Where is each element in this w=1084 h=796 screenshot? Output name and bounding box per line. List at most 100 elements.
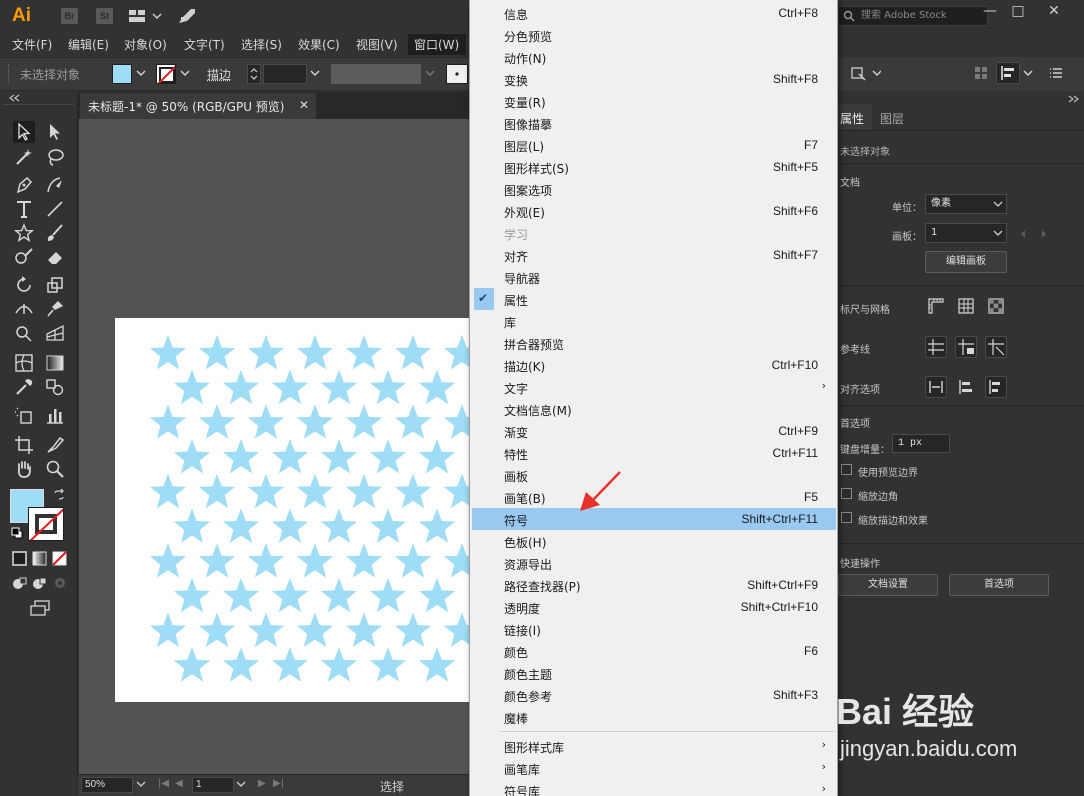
guides-lock-button[interactable] bbox=[955, 336, 977, 358]
menu-item[interactable]: 链接(I) bbox=[472, 618, 836, 640]
menu-item[interactable]: 符号 Shift+Ctrl+F11 bbox=[472, 508, 836, 530]
artboard-tool[interactable] bbox=[13, 434, 35, 456]
default-fill-stroke-icon[interactable] bbox=[11, 527, 23, 539]
arrange-documents-icon[interactable] bbox=[974, 66, 988, 80]
menu-item[interactable]: 拼合器预览 bbox=[472, 332, 836, 354]
keyboard-increment-input[interactable]: 1 px bbox=[892, 434, 950, 453]
rulers-icon[interactable] bbox=[926, 296, 946, 316]
stroke-label[interactable]: 描边 bbox=[207, 66, 231, 83]
menu-item[interactable]: 分色预览 bbox=[472, 24, 836, 46]
menu-item[interactable]: 变量(R) bbox=[472, 90, 836, 112]
symbol-sprayer-tool[interactable] bbox=[13, 404, 35, 426]
fill-swatch[interactable] bbox=[112, 64, 132, 84]
smart-guides-button[interactable] bbox=[985, 336, 1007, 358]
chevron-down-icon[interactable] bbox=[993, 199, 1003, 209]
menu-effect[interactable]: 效果(C) bbox=[298, 36, 340, 53]
chevron-down-icon[interactable] bbox=[309, 67, 321, 79]
menu-window[interactable]: 窗口(W) bbox=[414, 36, 459, 53]
menu-item[interactable]: 图形样式(S) Shift+F5 bbox=[472, 156, 836, 178]
menu-item[interactable]: 颜色 F6 bbox=[472, 640, 836, 662]
chevron-down-icon[interactable] bbox=[424, 67, 436, 79]
menu-item[interactable]: 资源导出 bbox=[472, 552, 836, 574]
menu-item[interactable]: 图案选项 bbox=[472, 178, 836, 200]
puppet-warp-icon[interactable] bbox=[851, 64, 881, 82]
zoom-tool[interactable] bbox=[44, 458, 66, 480]
zoom-input[interactable]: 50% bbox=[81, 777, 133, 793]
column-graph-tool[interactable] bbox=[44, 404, 66, 426]
color-mode-icon[interactable] bbox=[12, 551, 27, 566]
screen-mode-icon[interactable] bbox=[29, 600, 51, 616]
menu-item[interactable]: 特性 Ctrl+F11 bbox=[472, 442, 836, 464]
menu-item[interactable]: 图像描摹 bbox=[472, 112, 836, 134]
line-segment-tool[interactable] bbox=[44, 198, 66, 220]
hand-tool[interactable] bbox=[13, 458, 35, 480]
curvature-tool[interactable] bbox=[44, 174, 66, 196]
variable-width-profile[interactable] bbox=[331, 64, 421, 84]
eyedropper-tool[interactable] bbox=[13, 376, 35, 398]
stock-search-input[interactable]: 搜索 Adobe Stock bbox=[838, 6, 988, 26]
document-tab[interactable]: 未标题-1* @ 50% (RGB/GPU 预览) bbox=[80, 93, 316, 119]
chevron-down-icon[interactable] bbox=[1022, 67, 1034, 79]
chevron-down-icon[interactable] bbox=[135, 67, 147, 79]
menu-item[interactable]: 色板(H) bbox=[472, 530, 836, 552]
previous-artboard-button[interactable]: ◀ bbox=[175, 778, 183, 789]
perspective-grid-tool[interactable] bbox=[44, 322, 66, 344]
rocket-icon[interactable] bbox=[177, 7, 197, 25]
menu-item[interactable]: 图形样式库 › bbox=[472, 735, 836, 757]
menu-type[interactable]: 文字(T) bbox=[184, 36, 225, 53]
type-tool[interactable] bbox=[13, 198, 35, 220]
edit-artboards-button[interactable]: 编辑画板 bbox=[925, 251, 1007, 273]
grid-icon[interactable] bbox=[956, 296, 976, 316]
pen-tool[interactable] bbox=[13, 174, 35, 196]
menu-item[interactable]: 导航器 bbox=[472, 266, 836, 288]
stroke-weight-input[interactable] bbox=[263, 64, 307, 84]
menu-item[interactable]: 符号库 › bbox=[472, 779, 836, 796]
star-tool[interactable] bbox=[13, 222, 35, 244]
menu-item[interactable]: 变换 Shift+F8 bbox=[472, 68, 836, 90]
menu-item[interactable]: 图层(L) F7 bbox=[472, 134, 836, 156]
chevron-down-icon[interactable] bbox=[179, 67, 191, 79]
width-tool[interactable] bbox=[13, 298, 35, 320]
menu-item[interactable]: 路径查找器(P) Shift+Ctrl+F9 bbox=[472, 574, 836, 596]
menu-item[interactable]: 颜色参考 Shift+F3 bbox=[472, 684, 836, 706]
mesh-tool[interactable] bbox=[13, 352, 35, 374]
selection-tool[interactable] bbox=[13, 121, 35, 143]
menu-item[interactable]: 透明度 Shift+Ctrl+F10 bbox=[472, 596, 836, 618]
gradient-mode-icon[interactable] bbox=[32, 551, 47, 566]
first-artboard-button[interactable]: |◀ bbox=[158, 778, 169, 789]
guides-show-button[interactable] bbox=[925, 336, 947, 358]
menu-item[interactable]: 画笔(B) F5 bbox=[472, 486, 836, 508]
scale-corners-checkbox[interactable] bbox=[841, 488, 852, 499]
menu-item[interactable]: 渐变 Ctrl+F9 bbox=[472, 420, 836, 442]
snap-to-glyph-button[interactable] bbox=[985, 376, 1007, 398]
menu-item[interactable]: 颜色主题 bbox=[472, 662, 836, 684]
menu-item[interactable]: 库 bbox=[472, 310, 836, 332]
menu-item[interactable]: 画板 bbox=[472, 464, 836, 486]
rotate-tool[interactable] bbox=[13, 274, 35, 296]
shape-builder-tool[interactable] bbox=[13, 322, 35, 344]
maximize-button[interactable]: □ bbox=[1004, 2, 1032, 22]
snap-to-pixel-icon[interactable] bbox=[956, 377, 976, 397]
workspace-layout-icon[interactable] bbox=[129, 9, 163, 23]
tab-layers[interactable]: 图层 bbox=[880, 110, 904, 127]
bridge-button[interactable]: Br bbox=[61, 8, 78, 24]
document-setup-button[interactable]: 文档设置 bbox=[838, 574, 938, 596]
chevron-down-icon[interactable] bbox=[236, 779, 246, 789]
eraser-tool[interactable] bbox=[44, 246, 66, 268]
next-artboard-icon[interactable] bbox=[1040, 229, 1048, 239]
scale-strokes-effects-checkbox[interactable] bbox=[841, 512, 852, 523]
minimize-button[interactable]: — bbox=[976, 2, 1004, 22]
collapse-panel-icon[interactable] bbox=[1068, 95, 1080, 103]
artboard[interactable] bbox=[115, 318, 470, 702]
menu-item[interactable]: 文字 › bbox=[472, 376, 836, 398]
align-panel-button[interactable] bbox=[996, 62, 1020, 84]
stroke-color-swatch[interactable] bbox=[28, 507, 64, 541]
magic-wand-tool[interactable] bbox=[13, 146, 35, 168]
menu-item[interactable]: 画笔库 › bbox=[472, 757, 836, 779]
stroke-stepper[interactable] bbox=[247, 64, 261, 84]
menu-item[interactable]: 信息 Ctrl+F8 bbox=[472, 2, 836, 24]
lasso-tool[interactable] bbox=[44, 146, 66, 168]
draw-behind-icon[interactable] bbox=[32, 576, 48, 590]
panel-menu-icon[interactable] bbox=[1049, 67, 1063, 79]
menu-item[interactable]: 外观(E) Shift+F6 bbox=[472, 200, 836, 222]
